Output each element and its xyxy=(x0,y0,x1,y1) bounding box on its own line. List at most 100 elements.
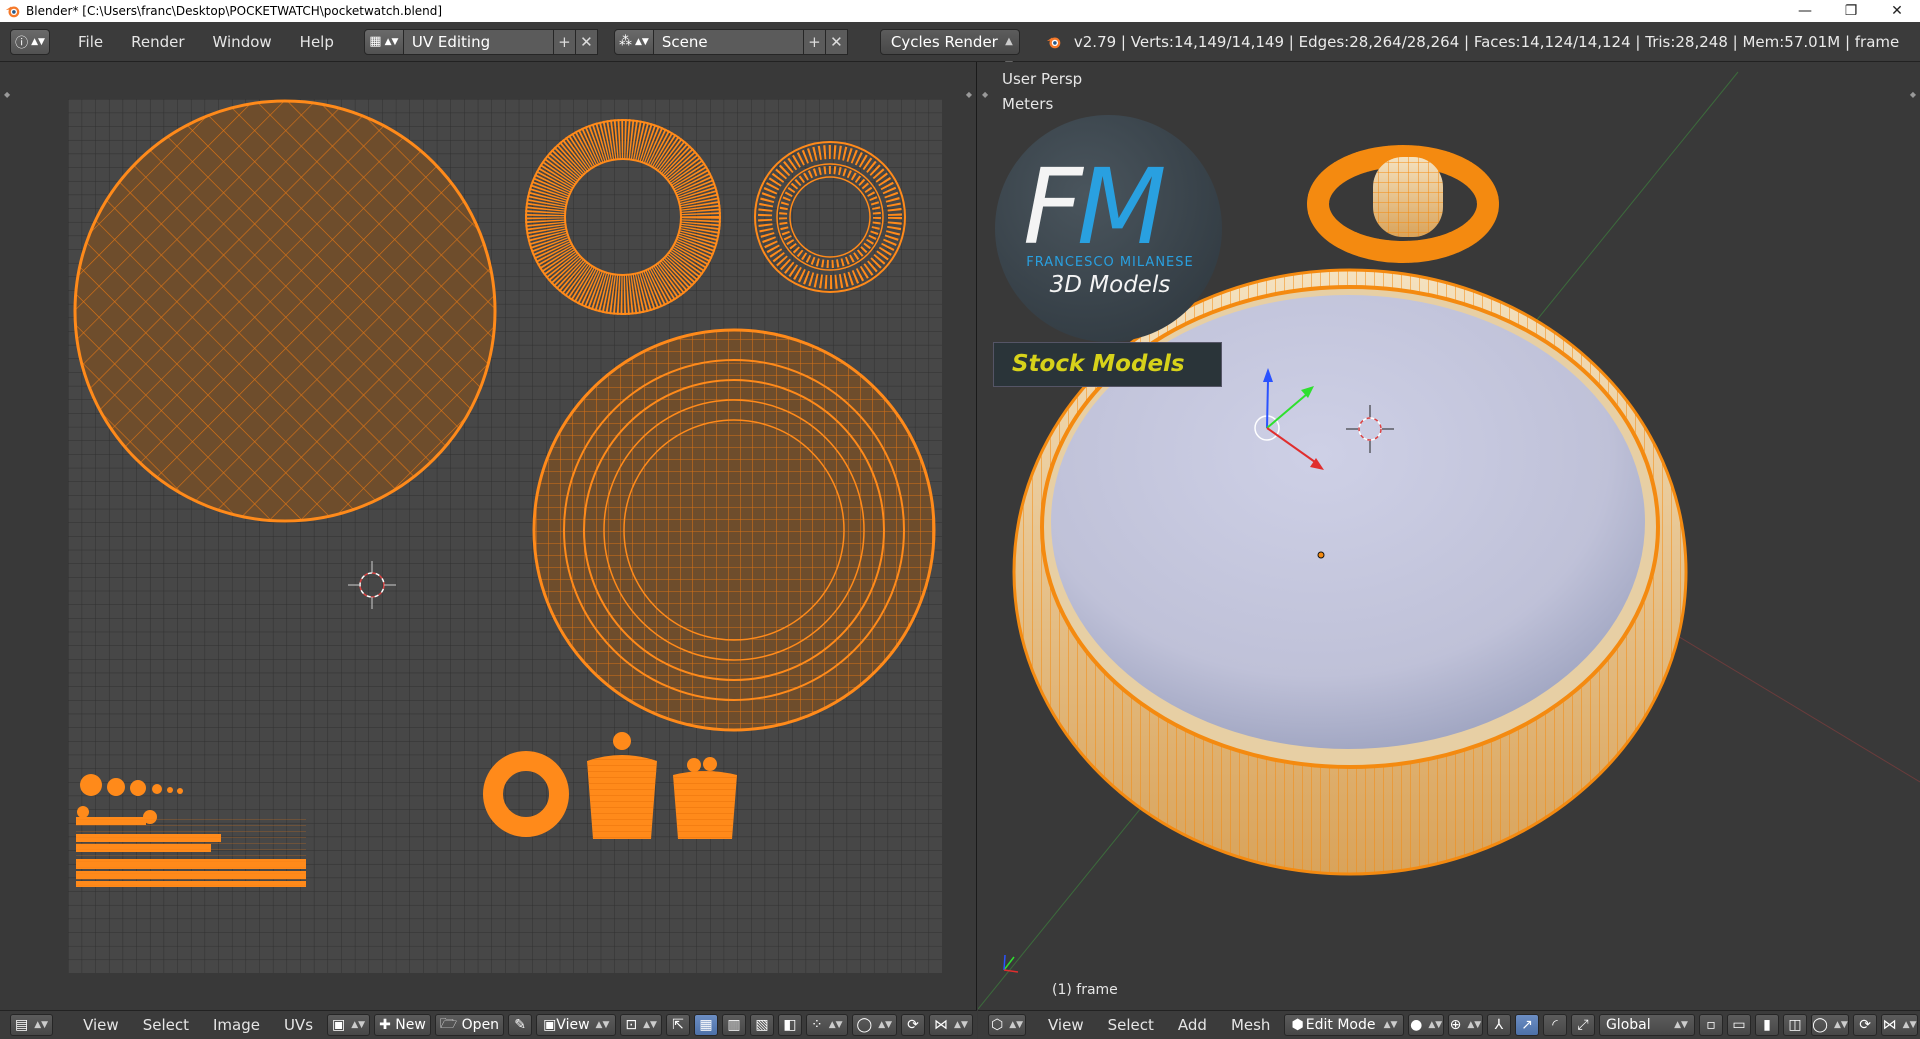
image-browse-button[interactable]: ▣ ▲▼ xyxy=(327,1014,371,1036)
watermark-subtitle: 3D Models xyxy=(1049,272,1171,298)
render-engine-label: Cycles Render xyxy=(890,32,998,51)
proportional-edit-3d-button[interactable]: ◯ ▲▼ xyxy=(1810,1014,1850,1036)
pin-button[interactable]: ✎ xyxy=(508,1014,533,1036)
mode-dropdown[interactable]: ⬢ Edit Mode ▲▼ xyxy=(1284,1014,1405,1036)
edge-select-button[interactable]: ▥ xyxy=(721,1014,746,1036)
screen-layout-name[interactable]: UV Editing xyxy=(403,28,554,55)
translate-manipulator-button[interactable]: ↗ xyxy=(1514,1014,1539,1036)
window-title: Blender* [C:\Users\franc\Desktop\POCKETW… xyxy=(26,4,443,18)
open-image-label: Open xyxy=(461,1017,500,1033)
menu-render[interactable]: Render xyxy=(117,33,198,51)
scene-stats: v2.79 | Verts:14,149/14,149 | Edges:28,2… xyxy=(1044,33,1899,51)
solid-shading-icon: ● xyxy=(1410,1017,1423,1033)
3d-viewport[interactable]: ◆ ◆ User Persp Meters (1) frame FM FRANC… xyxy=(978,62,1920,1010)
add-layout-button[interactable]: + xyxy=(553,28,576,55)
uv-editor-type-button[interactable]: ▤ ▲▼ xyxy=(10,1014,54,1036)
maximize-button[interactable]: ❐ xyxy=(1828,0,1874,22)
proportional-icon: ◯ xyxy=(1812,1017,1828,1033)
info-header: ⓘ ▲▼ File Render Window Help ▦ ▲▼ UV Editi… xyxy=(0,22,1920,71)
orientation-label: Global xyxy=(1605,1017,1651,1033)
rotate-manipulator-button[interactable]: ◜ xyxy=(1542,1014,1567,1036)
proportional-icon: ◯ xyxy=(856,1017,873,1033)
snap-element-button[interactable]: ⋈ ▲▼ xyxy=(929,1014,973,1036)
vertex-select-button[interactable]: ▦ xyxy=(693,1014,718,1036)
snap-element-icon: ⋈ xyxy=(1882,1017,1897,1033)
occlude-geometry-button[interactable]: ◫ xyxy=(1782,1014,1807,1036)
open-image-button[interactable]: 🗁 Open xyxy=(434,1014,505,1036)
scene-selector: ⁂ ▲▼ Scene + ✕ xyxy=(613,28,848,56)
uv-menu-select[interactable]: Select xyxy=(131,1016,201,1034)
uv-editor-header: ▤ ▲▼ View Select Image UVs ▣ ▲▼ ✚ New 🗁 Op… xyxy=(0,1010,977,1039)
snap-button[interactable]: ⟳ xyxy=(901,1014,926,1036)
orientation-dropdown[interactable]: Global ▲▼ xyxy=(1598,1014,1695,1036)
uv-layout-canvas[interactable] xyxy=(68,99,942,973)
minimize-button[interactable]: — xyxy=(1782,0,1828,22)
snap-3d-button[interactable]: ⟳ xyxy=(1853,1014,1878,1036)
edge-select-mode-button[interactable]: ▭ xyxy=(1726,1014,1751,1036)
screen-layout-selector: ▦ ▲▼ UV Editing + ✕ xyxy=(363,28,598,56)
units-label: Meters xyxy=(1002,95,1054,113)
object-origin-icon xyxy=(1317,551,1325,559)
scale-manipulator-button[interactable]: ⤢ xyxy=(1570,1014,1595,1036)
view-mode-dropdown[interactable]: ▣ View ▲▼ xyxy=(536,1014,617,1036)
face-select-mode-button[interactable]: ▮ xyxy=(1754,1014,1779,1036)
vertex-select-mode-button[interactable]: ▫ xyxy=(1698,1014,1723,1036)
rotate-icon: ◜ xyxy=(1552,1017,1558,1033)
watch-bow-ring[interactable] xyxy=(1307,145,1499,263)
pivot-point-dropdown[interactable]: ⊕ ▲▼ xyxy=(1447,1014,1483,1036)
vertex-select-icon: ▦ xyxy=(699,1017,713,1033)
blender-logo-icon xyxy=(1046,37,1061,48)
proportional-edit-button[interactable]: ◯ ▲▼ xyxy=(851,1014,898,1036)
watermark-initials: FM xyxy=(1023,146,1167,268)
region-toggle-icon[interactable]: ◆ xyxy=(966,90,972,99)
3d-view-icon: ⬡ xyxy=(990,1017,1004,1033)
menu-file[interactable]: File xyxy=(64,33,117,51)
folder-icon: 🗁 xyxy=(439,1016,458,1032)
uv-menu-view[interactable]: View xyxy=(71,1016,131,1034)
3d-editor-type-button[interactable]: ⬡ ▲▼ xyxy=(988,1014,1026,1036)
view-mode-label: View xyxy=(556,1017,590,1033)
remove-scene-button[interactable]: ✕ xyxy=(825,28,848,55)
snap-element-3d-button[interactable]: ⋈ ▲▼ xyxy=(1881,1014,1918,1036)
edge-select-icon: ▭ xyxy=(1732,1017,1746,1033)
3d-menu-view[interactable]: View xyxy=(1036,1016,1096,1034)
manipulator-icon: ⅄ xyxy=(1494,1017,1504,1033)
uv-island-lid[interactable] xyxy=(73,99,497,523)
render-engine-dropdown[interactable]: Cycles Render ▲▼ xyxy=(879,28,1020,71)
sync-selection-button[interactable]: ⇱ xyxy=(665,1014,690,1036)
arrow-icon: ↗ xyxy=(1521,1017,1533,1033)
pivot-button[interactable]: ⊡ ▲▼ xyxy=(620,1014,662,1036)
image-editor-icon: ▤ xyxy=(15,1017,29,1033)
region-toggle-icon[interactable]: ◆ xyxy=(4,90,10,99)
3d-menu-select[interactable]: Select xyxy=(1096,1016,1166,1034)
scene-name[interactable]: Scene xyxy=(653,28,804,55)
image-browse-icon: ▣ xyxy=(332,1017,346,1033)
menu-window[interactable]: Window xyxy=(199,33,286,51)
face-select-button[interactable]: ▧ xyxy=(749,1014,774,1036)
close-button[interactable]: ✕ xyxy=(1874,0,1920,22)
manipulator-toggle[interactable]: ⅄ xyxy=(1486,1014,1511,1036)
shading-dropdown[interactable]: ● ▲▼ xyxy=(1408,1014,1444,1036)
menu-help[interactable]: Help xyxy=(286,33,348,51)
scene-icon[interactable]: ⁂ ▲▼ xyxy=(613,28,654,55)
3d-view-header: ⬡ ▲▼ View Select Add Mesh ⬢ Edit Mode ▲▼ … xyxy=(978,1010,1920,1039)
sticky-mode-button[interactable]: ⁘ ▲▼ xyxy=(805,1014,848,1036)
add-scene-button[interactable]: + xyxy=(803,28,826,55)
snap-element-icon: ⋈ xyxy=(934,1017,949,1033)
island-select-button[interactable]: ◧ xyxy=(777,1014,802,1036)
mode-label: Edit Mode xyxy=(1305,1017,1376,1033)
magnet-icon: ⟳ xyxy=(1859,1017,1871,1033)
remove-layout-button[interactable]: ✕ xyxy=(575,28,598,55)
screen-layout-icon[interactable]: ▦ ▲▼ xyxy=(363,28,404,55)
uv-image-editor[interactable]: ◆ ◆ xyxy=(0,62,977,1010)
view-name-label: User Persp xyxy=(1002,70,1083,88)
3d-menu-mesh[interactable]: Mesh xyxy=(1219,1016,1283,1034)
3d-menu-add[interactable]: Add xyxy=(1166,1016,1219,1034)
watermark-banner: Stock Models xyxy=(993,342,1222,387)
info-editor-type-button[interactable]: ⓘ ▲▼ xyxy=(10,28,50,55)
uv-island-back-plate[interactable] xyxy=(532,328,936,732)
uv-menu-image[interactable]: Image xyxy=(201,1016,272,1034)
uv-menu-uvs[interactable]: UVs xyxy=(272,1016,325,1034)
new-image-button[interactable]: ✚ New xyxy=(374,1014,431,1036)
info-icon: ⓘ xyxy=(15,36,29,51)
